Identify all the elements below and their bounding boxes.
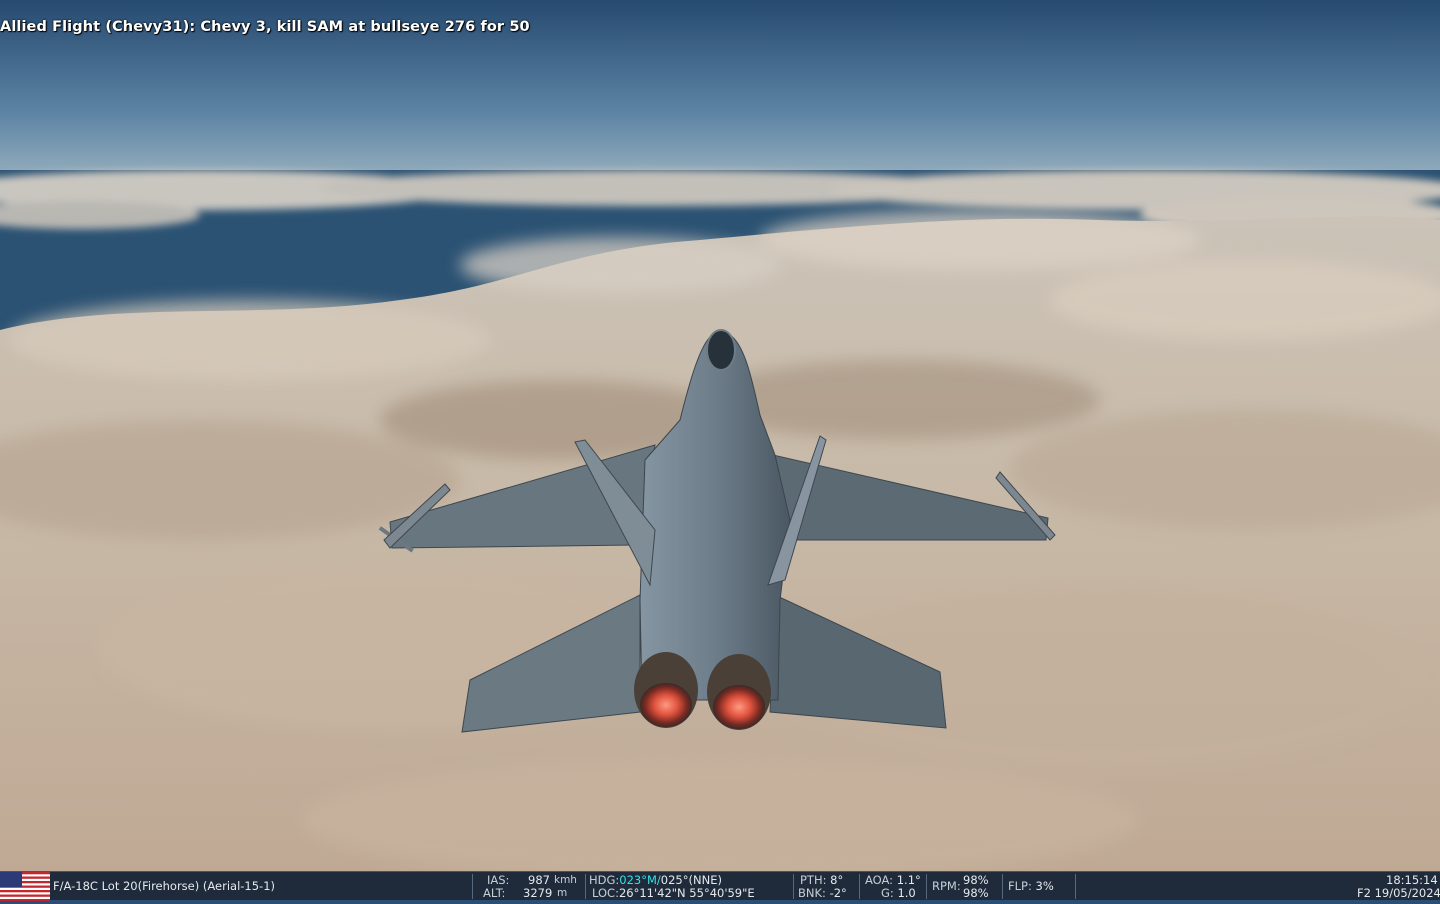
bnk-value: -2° xyxy=(829,886,847,900)
flp-label: FLP: xyxy=(1008,879,1032,893)
bank-readout: BNK: -2° xyxy=(798,887,847,900)
loc-value: 26°11'42"N 55°40'59"E xyxy=(618,886,755,900)
flp-value: 3% xyxy=(1035,879,1054,893)
separator xyxy=(472,874,473,899)
aircraft-name: F/A-18C Lot 20(Firehorse) (Aerial-15-1) xyxy=(53,879,276,893)
game-viewport[interactable]: Allied Flight (Chevy31): Chevy 3, kill S… xyxy=(0,0,1440,900)
bnk-label: BNK: xyxy=(798,886,826,900)
aoa-label: AOA: xyxy=(865,873,894,887)
separator xyxy=(859,874,860,899)
separator xyxy=(793,874,794,899)
g-label: G: xyxy=(881,886,894,900)
alt-label: ALT: xyxy=(483,886,506,900)
aoa-value: 1.1° xyxy=(896,873,921,887)
hdg-magnetic: 023°M/ xyxy=(619,873,661,887)
ias-unit: kmh xyxy=(554,874,577,886)
view-and-date: F2 19/05/2024 xyxy=(1357,887,1440,900)
hdg-label: HDG: xyxy=(589,873,620,887)
location-readout: LOC:26°11'42"N 55°40'59"E xyxy=(592,887,755,900)
g-value: 1.0 xyxy=(897,886,916,900)
view-mode: F2 xyxy=(1357,886,1371,900)
loc-label: LOC: xyxy=(592,886,619,900)
g-readout: G: 1.0 xyxy=(881,887,916,900)
separator xyxy=(926,874,927,899)
pth-value: 8° xyxy=(830,873,844,887)
separator xyxy=(1075,874,1076,899)
alt-value: 3279 xyxy=(523,886,553,900)
3d-scene xyxy=(0,0,1440,872)
rpm-right-value: 98% xyxy=(963,886,989,900)
status-bar: F/A-18C Lot 20(Firehorse) (Aerial-15-1) … xyxy=(0,871,1440,901)
flaps-readout: FLP: 3% xyxy=(1008,880,1054,893)
pth-label: PTH: xyxy=(800,873,827,887)
separator xyxy=(585,874,586,899)
radio-message: Allied Flight (Chevy31): Chevy 3, kill S… xyxy=(0,19,530,35)
rpm-label: RPM: xyxy=(932,879,961,893)
date: 19/05/2024 xyxy=(1374,886,1440,900)
alt-unit: m xyxy=(557,887,568,899)
us-flag-icon xyxy=(0,872,50,904)
separator xyxy=(1002,874,1003,899)
hdg-true: 025°(NNE) xyxy=(660,873,722,887)
